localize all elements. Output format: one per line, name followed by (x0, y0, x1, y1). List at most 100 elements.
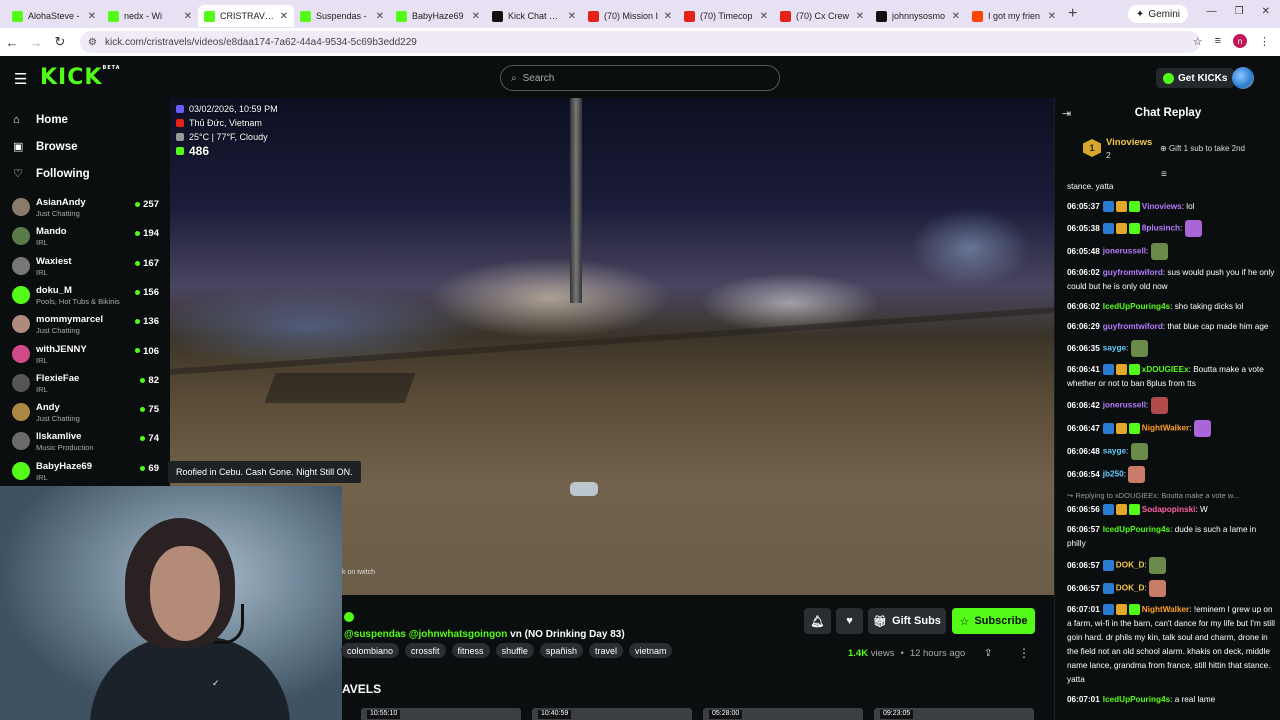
chat-username[interactable]: jonerussell (1103, 247, 1146, 256)
close-tab-icon[interactable]: ✕ (88, 11, 96, 22)
followed-channel[interactable]: Andy Just Chatting 75 (0, 398, 170, 427)
tab-title: I got my frien (988, 11, 1041, 21)
close-tab-icon[interactable]: ✕ (664, 11, 672, 22)
chat-username[interactable]: sayge (1103, 447, 1126, 456)
followed-channel[interactable]: Waxiest IRL 167 (0, 252, 170, 281)
followed-channel[interactable]: withJENNY IRL 106 (0, 340, 170, 369)
tag-chip[interactable]: fitness (451, 643, 490, 658)
followed-channel[interactable]: Ilskamlive Music Production 74 (0, 427, 170, 456)
back-icon[interactable]: ← (0, 35, 24, 50)
close-tab-icon[interactable]: ✕ (568, 11, 576, 22)
kick-logo[interactable]: KICKBETA (40, 65, 121, 90)
nav-following[interactable]: ♡ Following (0, 160, 170, 187)
more-options-icon[interactable]: ⋮ (1018, 646, 1030, 660)
profile-avatar[interactable]: n (1233, 34, 1247, 48)
followed-channel[interactable]: mommymarcel Just Chatting 136 (0, 310, 170, 339)
browser-tab[interactable]: johnnysosmo ✕ (870, 5, 966, 27)
notification-bell-button[interactable]: 🔔︎ (804, 608, 831, 634)
browser-tab[interactable]: CRISTRAVELS ✕ (198, 5, 294, 27)
leader-name[interactable]: Vinoviews (1106, 137, 1152, 148)
video-thumbnail[interactable]: 10:40:59 (532, 708, 692, 720)
tag-chip[interactable]: travel (588, 643, 623, 658)
close-tab-icon[interactable]: ✕ (376, 11, 384, 22)
followed-channel[interactable]: AsianAndy Just Chatting 257 (0, 193, 170, 222)
video-thumbnail[interactable]: 05:28:00 (703, 708, 863, 720)
bookmark-star-icon[interactable]: ☆ (1193, 35, 1203, 48)
chat-username[interactable]: DOK_D (1116, 561, 1145, 570)
close-window-icon[interactable]: ✕ (1262, 6, 1270, 17)
browser-tab[interactable]: I got my frien ✕ (966, 5, 1062, 27)
get-kicks-button[interactable]: Get KICKs (1156, 68, 1235, 88)
browser-tab[interactable]: AlohaSteve - ✕ (6, 5, 102, 27)
followed-channel[interactable]: Mando IRL 194 (0, 222, 170, 251)
chat-username[interactable]: DOK_D (1116, 584, 1145, 593)
gift-subs-button[interactable]: 🎁︎ Gift Subs (868, 608, 946, 634)
nav-browse[interactable]: ▣ Browse (0, 133, 170, 160)
chat-timestamp: 06:07:01 (1067, 695, 1100, 704)
chat-username[interactable]: jonerussell (1103, 401, 1146, 410)
reload-icon[interactable]: ↻ (48, 34, 72, 50)
tag-chip[interactable]: spañish (539, 643, 583, 658)
chat-username[interactable]: NightWalker (1142, 605, 1189, 614)
channel-avatar (12, 198, 30, 216)
nav-home[interactable]: ⌂ Home (0, 106, 170, 133)
chat-username[interactable]: IcedUpPouring4s (1103, 525, 1170, 534)
share-icon[interactable]: ⇪ (984, 648, 992, 659)
followed-channel[interactable]: doku_M Pools, Hot Tubs & Bikinis 156 (0, 281, 170, 310)
followed-channel[interactable]: FlexieFae IRL 82 (0, 369, 170, 398)
chat-username[interactable]: IcedUpPouring4s (1103, 695, 1170, 704)
tag-chip[interactable]: colombiano (341, 643, 400, 658)
close-tab-icon[interactable]: ✕ (856, 11, 864, 22)
search-input[interactable]: ⌕ Search (500, 65, 780, 91)
video-thumbnail[interactable]: 10:55:10 (361, 708, 521, 720)
browser-tab[interactable]: nedx - Wi ✕ (102, 5, 198, 27)
user-avatar[interactable] (1232, 67, 1254, 89)
new-tab-icon[interactable]: + (1068, 5, 1077, 23)
forward-icon[interactable]: → (24, 35, 48, 50)
follow-heart-button[interactable]: ♥ (836, 608, 863, 634)
close-tab-icon[interactable]: ✕ (1048, 11, 1056, 22)
chat-username[interactable]: jb250 (1103, 470, 1124, 479)
minimize-icon[interactable]: — (1207, 6, 1217, 17)
chat-username[interactable]: Sodapopinski (1142, 505, 1196, 514)
browser-tab[interactable]: (70) Timecop ✕ (678, 5, 774, 27)
browser-tab[interactable]: Suspendas - ✕ (294, 5, 390, 27)
browser-menu-icon[interactable]: ⋮ (1259, 35, 1270, 48)
video-stats: 1.4K views • 12 hours ago (848, 648, 966, 659)
browser-tab[interactable]: BabyHaze69 ✕ (390, 5, 486, 27)
chat-username[interactable]: guyfromtwiford (1103, 268, 1163, 277)
tag-chip[interactable]: crossfit (405, 643, 446, 658)
chat-username[interactable]: guyfromtwiford (1103, 322, 1163, 331)
chat-username[interactable]: IcedUpPouring4s (1103, 302, 1170, 311)
browser-tab[interactable]: (70) Mission I ✕ (582, 5, 678, 27)
channel-category: Just Chatting (36, 414, 80, 424)
menu-icon[interactable]: ☰ (14, 70, 27, 88)
title-mentions[interactable]: @suspendas @johnwhatsgoingon (344, 629, 507, 640)
chat-username[interactable]: xDOUGIEEx (1142, 365, 1189, 374)
chat-username[interactable]: 8plusinch (1142, 224, 1180, 233)
video-thumbnail[interactable]: 09:23:05 (874, 708, 1034, 720)
browser-tab[interactable]: (70) Cx Crew ✕ (774, 5, 870, 27)
chat-username[interactable]: NightWalker (1142, 424, 1189, 433)
reading-list-icon[interactable]: ≡ (1215, 35, 1221, 47)
maximize-icon[interactable]: ❐ (1235, 6, 1244, 17)
close-tab-icon[interactable]: ✕ (472, 11, 480, 22)
subscribe-button[interactable]: ☆ Subscribe (952, 608, 1035, 634)
url-field[interactable]: ⚙ kick.com/cristravels/videos/e8daa174-7… (80, 31, 1200, 53)
view-count: 1.4K (848, 648, 869, 659)
browser-tab[interactable]: Kick Chat Sear ✕ (486, 5, 582, 27)
curb (170, 307, 1054, 375)
gemini-button[interactable]: ✦ Gemini (1127, 5, 1188, 23)
close-tab-icon[interactable]: ✕ (280, 11, 288, 22)
tag-chip[interactable]: shuffle (495, 643, 534, 658)
close-tab-icon[interactable]: ✕ (760, 11, 768, 22)
tag-chip[interactable]: vietnam (628, 643, 673, 658)
site-info-icon[interactable]: ⚙ (88, 37, 97, 48)
tab-title: (70) Mission I (604, 11, 659, 21)
followed-channel[interactable]: BabyHaze69 IRL 69 (0, 457, 170, 486)
chat-username[interactable]: sayge (1103, 344, 1126, 353)
chat-username[interactable]: Vinoviews (1142, 202, 1182, 211)
close-tab-icon[interactable]: ✕ (184, 11, 192, 22)
filter-icon[interactable]: ≡ (1161, 169, 1167, 180)
close-tab-icon[interactable]: ✕ (952, 11, 960, 22)
